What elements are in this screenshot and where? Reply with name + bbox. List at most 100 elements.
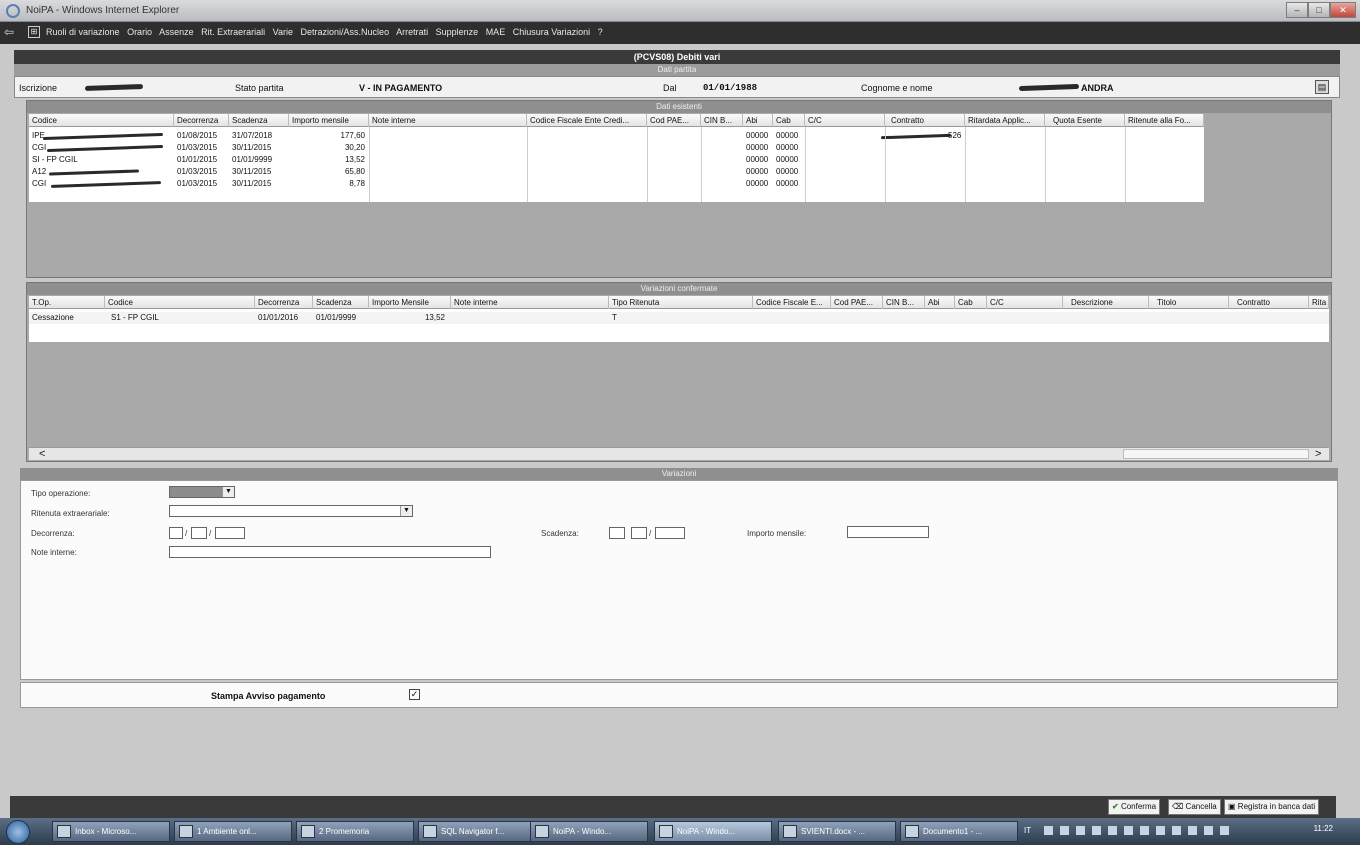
chevron-down-icon: ▼ <box>400 506 412 516</box>
decorrenza-day-input[interactable] <box>169 527 183 539</box>
col-quota-esente[interactable]: Quota Esente <box>1045 114 1125 127</box>
tray-icon[interactable] <box>1108 826 1117 835</box>
menu-mae[interactable]: MAE <box>486 27 506 37</box>
scadenza-month-input[interactable] <box>631 527 647 539</box>
horizontal-scrollbar[interactable]: < > <box>29 447 1329 460</box>
table-row[interactable]: Cessazione S1 - FP CGIL 01/01/2016 01/01… <box>29 312 1329 324</box>
taskbar-item-sql-navigator[interactable]: SQL Navigator f... <box>418 821 536 842</box>
importo-mensile-input[interactable] <box>847 526 929 538</box>
col-ritardata[interactable]: Ritardata Applic... <box>965 114 1045 127</box>
scroll-left-icon[interactable]: < <box>39 448 45 460</box>
tray-icon[interactable] <box>1172 826 1181 835</box>
network-icon[interactable] <box>1204 826 1213 835</box>
col-cc[interactable]: C/C <box>805 114 885 127</box>
menu-chiusura-variazioni[interactable]: Chiusura Variazioni <box>513 27 590 37</box>
taskbar-item-noipa-2[interactable]: NoiPA - Windo... <box>654 821 772 842</box>
col-titolo[interactable]: Titolo <box>1149 296 1229 309</box>
scroll-thumb[interactable] <box>1123 449 1309 459</box>
tipo-operazione-select[interactable]: ▼ <box>169 486 235 498</box>
menu-varie[interactable]: Varie <box>273 27 293 37</box>
volume-icon[interactable] <box>1220 826 1229 835</box>
tray-icon[interactable] <box>1140 826 1149 835</box>
back-arrow-icon[interactable]: ⇦ <box>4 25 24 41</box>
tray-icon[interactable] <box>1044 826 1053 835</box>
tray-icon[interactable] <box>1156 826 1165 835</box>
col-note-interne[interactable]: Note interne <box>451 296 609 309</box>
menu-orario[interactable]: Orario <box>127 27 152 37</box>
taskbar-item-word-svienti[interactable]: SVIENTI.docx - ... <box>778 821 896 842</box>
col-importo-mensile[interactable]: Importo Mensile <box>369 296 451 309</box>
taskbar-item-outlook[interactable]: Inbox - Microso... <box>52 821 170 842</box>
clock[interactable]: 11:22 <box>1314 824 1333 833</box>
scroll-right-icon[interactable]: > <box>1315 448 1321 460</box>
table-row[interactable]: SI - FP CGIL 01/01/2015 01/01/9999 13,52… <box>29 154 1204 166</box>
ritenuta-extraerariale-select[interactable]: ▼ <box>169 505 413 517</box>
scadenza-year-input[interactable] <box>655 527 685 539</box>
col-ritardata[interactable]: Rita <box>1309 296 1329 309</box>
note-interne-input[interactable] <box>169 546 491 558</box>
language-indicator[interactable]: IT <box>1024 826 1031 835</box>
menu-supplenze[interactable]: Supplenze <box>436 27 479 37</box>
cancella-button[interactable]: ⌫ Cancella <box>1168 799 1221 815</box>
maximize-button[interactable]: □ <box>1308 2 1330 18</box>
menu-rit-extraerariali[interactable]: Rit. Extraerariali <box>201 27 265 37</box>
col-scadenza[interactable]: Scadenza <box>313 296 369 309</box>
col-note-interne[interactable]: Note interne <box>369 114 527 127</box>
stampa-avviso-checkbox[interactable]: ✓ <box>409 689 420 700</box>
table-row[interactable]: A12 01/03/2015 30/11/2015 65,80 00000 00… <box>29 166 1204 178</box>
col-top[interactable]: T.Op. <box>29 296 105 309</box>
col-codice[interactable]: Codice <box>105 296 255 309</box>
start-button[interactable] <box>6 820 30 844</box>
tray-icon[interactable] <box>1076 826 1085 835</box>
tray-icon[interactable] <box>1092 826 1101 835</box>
col-cod-pae[interactable]: Cod PAE... <box>831 296 883 309</box>
col-cod-pae[interactable]: Cod PAE... <box>647 114 701 127</box>
col-cin[interactable]: CIN B... <box>883 296 925 309</box>
minimize-button[interactable]: – <box>1286 2 1308 18</box>
col-tipo-ritenuta[interactable]: Tipo Ritenuta <box>609 296 753 309</box>
col-abi[interactable]: Abi <box>743 114 773 127</box>
registra-button[interactable]: ▣ Registra in banca dati <box>1224 799 1320 815</box>
scadenza-day-input[interactable] <box>609 527 625 539</box>
conferma-button[interactable]: ✔ Conferma <box>1108 799 1161 815</box>
tray-icon[interactable] <box>1060 826 1069 835</box>
taskbar-item-noipa-1[interactable]: NoiPA - Windo... <box>530 821 648 842</box>
taskbar-item-ambiente[interactable]: 1 Ambiente onl... <box>174 821 292 842</box>
grid-header: T.Op. Codice Decorrenza Scadenza Importo… <box>29 296 1329 309</box>
menu-ruoli[interactable]: Ruoli di variazione <box>46 27 120 37</box>
tray-icon[interactable] <box>1188 826 1197 835</box>
col-codice-fiscale[interactable]: Codice Fiscale E... <box>753 296 831 309</box>
menu-arretrati[interactable]: Arretrati <box>396 27 428 37</box>
close-button[interactable]: ✕ <box>1330 2 1356 18</box>
word-icon <box>783 825 797 838</box>
col-decorrenza[interactable]: Decorrenza <box>174 114 229 127</box>
col-cab[interactable]: Cab <box>955 296 987 309</box>
variazioni-confermate-grid: T.Op. Codice Decorrenza Scadenza Importo… <box>29 296 1329 342</box>
table-row[interactable]: IPE 01/08/2015 31/07/2018 177,60 00000 0… <box>29 130 1204 142</box>
col-contratto[interactable]: Contratto <box>1229 296 1309 309</box>
col-descrizione[interactable]: Descrizione <box>1063 296 1149 309</box>
col-scadenza[interactable]: Scadenza <box>229 114 289 127</box>
taskbar-item-word-documento[interactable]: Documento1 - ... <box>900 821 1018 842</box>
decorrenza-year-input[interactable] <box>215 527 245 539</box>
decorrenza-month-input[interactable] <box>191 527 207 539</box>
menu-assenze[interactable]: Assenze <box>159 27 194 37</box>
col-decorrenza[interactable]: Decorrenza <box>255 296 313 309</box>
col-ritenute[interactable]: Ritenute alla Fo... <box>1125 114 1204 127</box>
col-codice[interactable]: Codice <box>29 114 174 127</box>
col-importo-mensile[interactable]: Importo mensile <box>289 114 369 127</box>
table-row[interactable]: CGI 01/03/2015 30/11/2015 8,78 00000 000… <box>29 178 1204 190</box>
table-row[interactable]: CGI 01/03/2015 30/11/2015 30,20 00000 00… <box>29 142 1204 154</box>
col-abi[interactable]: Abi <box>925 296 955 309</box>
calendar-icon[interactable]: ▤ <box>1315 80 1329 94</box>
menu-detrazioni[interactable]: Detrazioni/Ass.Nucleo <box>301 27 390 37</box>
home-icon[interactable]: ⊞ <box>28 26 40 38</box>
col-cab[interactable]: Cab <box>773 114 805 127</box>
col-cc[interactable]: C/C <box>987 296 1063 309</box>
col-contratto[interactable]: Contratto <box>885 114 965 127</box>
taskbar-item-promemoria[interactable]: 2 Promemoria <box>296 821 414 842</box>
col-codice-fiscale[interactable]: Codice Fiscale Ente Credi... <box>527 114 647 127</box>
tray-icon[interactable] <box>1124 826 1133 835</box>
col-cin[interactable]: CIN B... <box>701 114 743 127</box>
menu-help[interactable]: ? <box>598 27 603 37</box>
